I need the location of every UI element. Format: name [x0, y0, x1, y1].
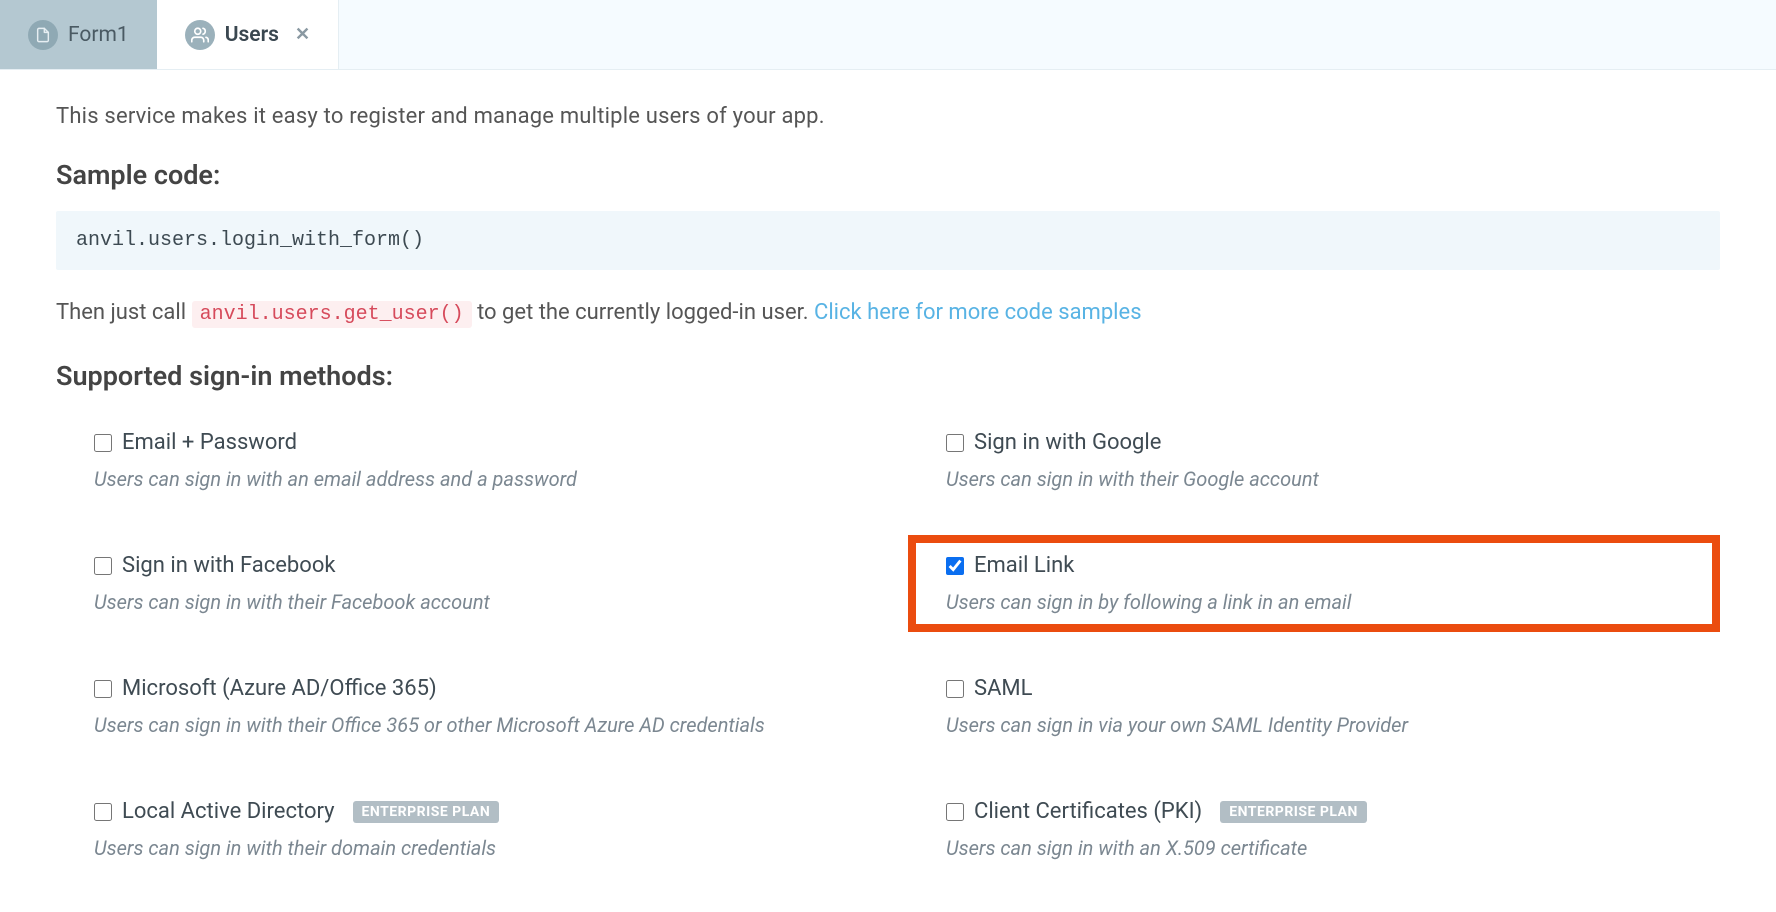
desc-google: Users can sign in with their Google acco… [946, 467, 1676, 491]
label-microsoft: Microsoft (Azure AD/Office 365) [122, 676, 437, 701]
badge-client-certs: ENTERPRISE PLAN [1220, 801, 1367, 823]
inline-code-get-user: anvil.users.get_user() [192, 301, 472, 328]
method-google: Sign in with Google Users can sign in wi… [908, 412, 1720, 509]
tab-form1-label: Form1 [68, 23, 129, 47]
method-email-password: Email + Password Users can sign in with … [56, 412, 868, 509]
checkbox-microsoft[interactable] [94, 680, 112, 698]
method-email-link-header[interactable]: Email Link [946, 553, 1676, 578]
checkbox-email-password[interactable] [94, 434, 112, 452]
method-local-ad-header[interactable]: Local Active Directory ENTERPRISE PLAN [94, 799, 824, 824]
close-icon[interactable]: ✕ [295, 26, 310, 44]
checkbox-facebook[interactable] [94, 557, 112, 575]
method-email-password-header[interactable]: Email + Password [94, 430, 824, 455]
intro-text: This service makes it easy to register a… [56, 104, 1720, 129]
label-client-certs: Client Certificates (PKI) [974, 799, 1202, 824]
method-facebook: Sign in with Facebook Users can sign in … [56, 535, 868, 632]
tab-users-label: Users [225, 23, 279, 47]
checkbox-client-certs[interactable] [946, 803, 964, 821]
method-local-ad: Local Active Directory ENTERPRISE PLAN U… [56, 781, 868, 878]
checkbox-local-ad[interactable] [94, 803, 112, 821]
methods-heading: Supported sign-in methods: [56, 360, 1720, 392]
method-saml-header[interactable]: SAML [946, 676, 1676, 701]
label-email-link: Email Link [974, 553, 1074, 578]
methods-grid: Email + Password Users can sign in with … [56, 412, 1720, 878]
tab-form1[interactable]: Form1 [0, 0, 157, 69]
method-google-header[interactable]: Sign in with Google [946, 430, 1676, 455]
checkbox-saml[interactable] [946, 680, 964, 698]
label-google: Sign in with Google [974, 430, 1161, 455]
desc-saml: Users can sign in via your own SAML Iden… [946, 713, 1676, 737]
label-facebook: Sign in with Facebook [122, 553, 336, 578]
then-suffix: to get the currently logged-in user. [472, 300, 814, 325]
sample-code-block: anvil.users.login_with_form() [56, 211, 1720, 270]
sample-code-heading: Sample code: [56, 159, 1720, 191]
desc-local-ad: Users can sign in with their domain cred… [94, 836, 824, 860]
users-icon [185, 20, 215, 50]
desc-email-link: Users can sign in by following a link in… [946, 590, 1676, 614]
method-client-certs-header[interactable]: Client Certificates (PKI) ENTERPRISE PLA… [946, 799, 1676, 824]
method-saml: SAML Users can sign in via your own SAML… [908, 658, 1720, 755]
desc-microsoft: Users can sign in with their Office 365 … [94, 713, 824, 737]
label-local-ad: Local Active Directory [122, 799, 335, 824]
tab-bar: Form1 Users ✕ [0, 0, 1776, 70]
desc-facebook: Users can sign in with their Facebook ac… [94, 590, 824, 614]
label-email-password: Email + Password [122, 430, 297, 455]
desc-client-certs: Users can sign in with an X.509 certific… [946, 836, 1676, 860]
checkbox-google[interactable] [946, 434, 964, 452]
tab-users[interactable]: Users ✕ [157, 0, 339, 69]
method-email-link: Email Link Users can sign in by followin… [908, 535, 1720, 632]
method-facebook-header[interactable]: Sign in with Facebook [94, 553, 824, 578]
method-microsoft-header[interactable]: Microsoft (Azure AD/Office 365) [94, 676, 824, 701]
form-icon [28, 20, 58, 50]
then-line: Then just call anvil.users.get_user() to… [56, 300, 1720, 326]
more-samples-link[interactable]: Click here for more code samples [814, 300, 1142, 325]
method-client-certs: Client Certificates (PKI) ENTERPRISE PLA… [908, 781, 1720, 878]
desc-email-password: Users can sign in with an email address … [94, 467, 824, 491]
method-microsoft: Microsoft (Azure AD/Office 365) Users ca… [56, 658, 868, 755]
badge-local-ad: ENTERPRISE PLAN [353, 801, 500, 823]
then-prefix: Then just call [56, 300, 192, 325]
users-service-panel: This service makes it easy to register a… [0, 70, 1776, 912]
checkbox-email-link[interactable] [946, 557, 964, 575]
label-saml: SAML [974, 676, 1032, 701]
